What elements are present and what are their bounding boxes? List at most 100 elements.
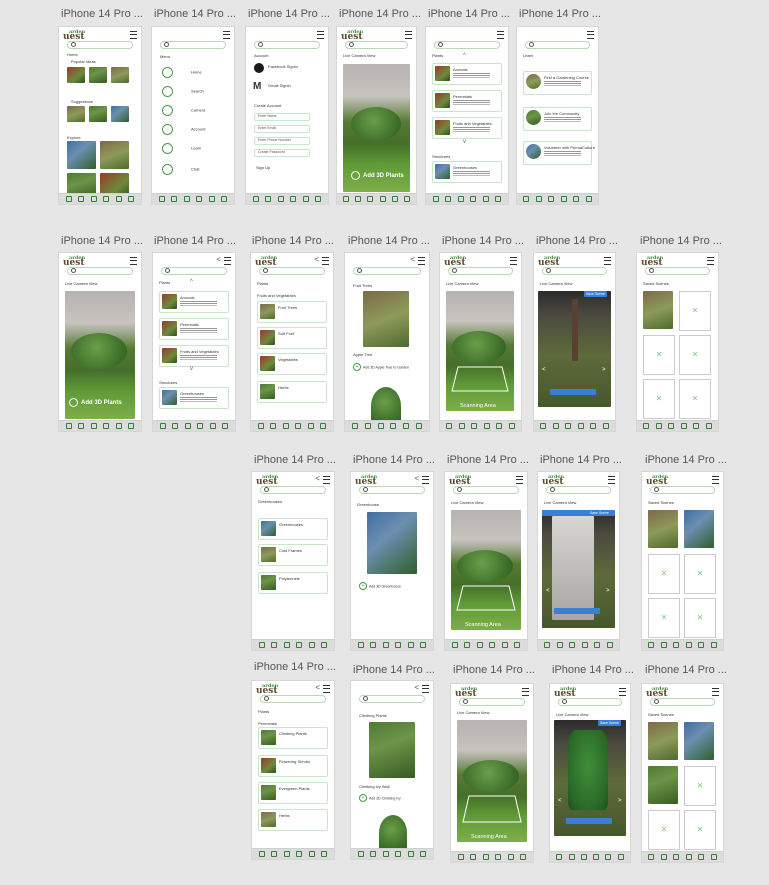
search-input[interactable]	[448, 267, 513, 275]
search-icon[interactable]	[78, 196, 85, 202]
suggestion-tile[interactable]	[67, 106, 85, 122]
empty-slot[interactable]: ×	[648, 810, 680, 850]
save-scene-button[interactable]: Save Scene	[598, 720, 621, 726]
save-scene-button[interactable]: Save Scene	[588, 510, 611, 516]
menu-icon[interactable]	[422, 685, 429, 693]
saved-scene-thumb[interactable]	[643, 291, 673, 329]
search-input[interactable]	[260, 695, 326, 703]
menu-icon[interactable]	[516, 476, 523, 484]
chevron-left-icon[interactable]: <	[542, 367, 546, 373]
list-item-fruit-trees[interactable]: Fruit Trees	[257, 301, 327, 323]
empty-slot[interactable]: ×	[684, 766, 716, 806]
menu-icon[interactable]	[712, 476, 719, 484]
empty-slot[interactable]: ×	[679, 335, 711, 375]
menu-item-camera[interactable]: Camera	[162, 105, 205, 116]
menu-item-chat[interactable]: Chat	[162, 164, 199, 175]
menu-icon[interactable]	[510, 257, 517, 265]
empty-slot[interactable]: ×	[684, 598, 716, 638]
menu-icon[interactable]	[422, 476, 429, 484]
empty-slot[interactable]: ×	[643, 335, 675, 375]
list-item-greenhouses[interactable]: Greenhouses	[432, 161, 502, 183]
empty-slot[interactable]: ×	[648, 554, 680, 594]
search-input[interactable]	[160, 41, 226, 49]
empty-slot[interactable]: ×	[679, 379, 711, 419]
list-item-greenhouses[interactable]: Greenhouses	[159, 387, 229, 409]
add-climbing-ivy-button[interactable]: + Add 3D Climbing Ivy	[359, 794, 401, 802]
menu-icon[interactable]	[323, 476, 330, 484]
back-icon[interactable]: <	[410, 255, 415, 264]
empty-slot[interactable]: ×	[648, 598, 680, 638]
list-item-climbing[interactable]: Climbing Plants	[258, 727, 328, 749]
explore-tile[interactable]	[67, 141, 96, 169]
search-input[interactable]	[345, 41, 408, 49]
back-icon[interactable]: <	[315, 683, 320, 692]
save-scene-button[interactable]: Save Scene	[584, 291, 607, 297]
phone-field[interactable]: Enter Phone Number	[254, 137, 310, 145]
menu-icon[interactable]	[712, 688, 719, 696]
menu-icon[interactable]	[522, 688, 529, 696]
empty-slot[interactable]: ×	[684, 554, 716, 594]
search-input[interactable]	[650, 486, 715, 494]
list-item-annuals[interactable]: Annuals	[159, 291, 229, 313]
gmail-signin[interactable]: Gmail Signin	[268, 83, 291, 88]
back-icon[interactable]: <	[414, 683, 419, 692]
menu-icon[interactable]	[587, 31, 594, 39]
list-item-vegetables[interactable]: Vegetables	[257, 353, 327, 375]
explore-tile[interactable]	[100, 141, 129, 169]
list-item-soft-fruit[interactable]: Soft Fruit	[257, 327, 327, 349]
email-field[interactable]: Enter Email	[254, 125, 310, 133]
account-icon[interactable]	[103, 196, 110, 202]
saved-scene-thumb[interactable]	[648, 510, 678, 548]
search-input[interactable]	[546, 486, 611, 494]
menu-icon[interactable]	[223, 31, 230, 39]
chevron-down-icon[interactable]: v	[190, 366, 193, 372]
back-icon[interactable]: <	[315, 474, 320, 483]
empty-slot[interactable]: ×	[684, 810, 716, 850]
search-input[interactable]	[542, 267, 607, 275]
menu-icon[interactable]	[497, 31, 504, 39]
saved-scene-thumb[interactable]	[684, 510, 714, 548]
add-apple-tree-button[interactable]: + Add 3D Apple Tree to Garden	[353, 363, 409, 371]
home-icon[interactable]	[65, 196, 72, 202]
empty-slot[interactable]: ×	[643, 379, 675, 419]
learn-item-community[interactable]: Join the Community	[523, 107, 592, 131]
popular-tile[interactable]	[67, 67, 85, 83]
menu-icon[interactable]	[322, 257, 329, 265]
chevron-down-icon[interactable]: v	[463, 139, 466, 145]
list-item-herbs[interactable]: Herbs	[257, 381, 327, 403]
popular-tile[interactable]	[111, 67, 129, 83]
menu-item-learn[interactable]: Learn	[162, 143, 201, 154]
list-item-fruits[interactable]: Fruits and Vegetables	[432, 117, 502, 139]
menu-icon[interactable]	[418, 257, 425, 265]
search-input[interactable]	[259, 267, 325, 275]
saved-scene-thumb[interactable]	[648, 722, 678, 760]
search-input[interactable]	[353, 267, 421, 275]
chevron-right-icon[interactable]: >	[618, 798, 622, 804]
popular-tile[interactable]	[89, 67, 107, 83]
chevron-left-icon[interactable]: <	[558, 798, 562, 804]
camera-icon[interactable]	[90, 196, 97, 202]
search-input[interactable]	[525, 41, 590, 49]
search-input[interactable]	[67, 41, 133, 49]
name-field[interactable]: Enter Name	[254, 113, 310, 121]
list-item-polytunnels[interactable]: Polytunnels	[258, 572, 328, 594]
list-item-annuals[interactable]: Annuals	[432, 63, 502, 85]
search-input[interactable]	[459, 698, 525, 706]
facebook-signin[interactable]: Facebook Signin	[268, 64, 298, 69]
menu-icon[interactable]	[323, 685, 330, 693]
signup-button[interactable]: Sign Up	[256, 165, 270, 170]
search-input[interactable]	[161, 267, 227, 275]
menu-icon[interactable]	[619, 688, 626, 696]
menu-item-search[interactable]: Search	[162, 86, 204, 97]
list-item-perennials[interactable]: Perennials	[159, 318, 229, 340]
list-item-cold-frames[interactable]: Cold Frames	[258, 544, 328, 566]
list-item-perennials[interactable]: Perennials	[432, 90, 502, 112]
search-input[interactable]	[650, 698, 715, 706]
facebook-icon[interactable]	[254, 63, 264, 73]
add-3d-plants-button[interactable]: Add 3D Plants	[351, 171, 404, 180]
gmail-icon[interactable]: M	[253, 81, 261, 92]
learn-item-course[interactable]: Find a Gardening Course	[523, 71, 592, 95]
list-item-fruits[interactable]: Fruits and Vegetables	[159, 345, 229, 367]
menu-icon[interactable]	[317, 31, 324, 39]
menu-icon[interactable]	[130, 257, 137, 265]
